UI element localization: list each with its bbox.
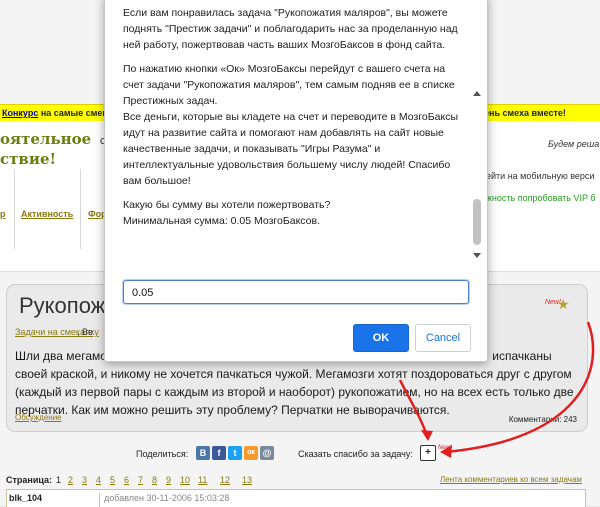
mobile-version-link[interactable]: рейти на мобильную верси — [481, 171, 594, 181]
header-tagline: Будем реша — [548, 139, 600, 149]
pagination-label: Страница: — [6, 475, 53, 485]
site-logo[interactable]: оятельное ствие! — [0, 129, 91, 169]
vk-icon[interactable]: В — [196, 446, 210, 460]
page-link[interactable]: 5 — [110, 475, 115, 485]
dialog-message: Если вам понравилась задача "Рукопожатия… — [123, 5, 461, 263]
page-current: 1 — [56, 475, 62, 485]
discussion-link[interactable]: Обсуждение — [15, 413, 62, 422]
page-link[interactable]: 12 — [220, 475, 230, 485]
page-link[interactable]: 13 — [242, 475, 252, 485]
odnoklassniki-icon[interactable]: ок — [244, 446, 258, 460]
task-title: Рукопожа — [19, 293, 118, 318]
task-text-line-2: своей краской, и никому не хочется пачка… — [15, 367, 572, 381]
comment-author[interactable]: blk_104 — [9, 493, 42, 503]
nav-item-activity[interactable]: Активность — [21, 209, 73, 219]
comment-date: добавлен 30-11-2006 15:03:28 — [99, 493, 229, 507]
dialog-paragraph-1: Если вам понравилась задача "Рукопожатия… — [123, 7, 458, 51]
logo-line-2: ствие! — [0, 150, 57, 168]
comment-row: blk_104 добавлен 30-11-2006 15:03:28 — [6, 489, 586, 507]
scroll-up-arrow-icon[interactable] — [473, 91, 481, 96]
dialog-paragraph-3: Все деньги, которые вы кладете на счет и… — [123, 111, 459, 187]
dialog-scrollbar[interactable] — [471, 91, 483, 259]
thanks-new-badge: New! — [438, 445, 452, 451]
ok-button[interactable]: OK — [353, 324, 409, 352]
page-link[interactable]: 6 — [124, 475, 129, 485]
page-link[interactable]: 4 — [96, 475, 101, 485]
nav-item-first[interactable]: р — [0, 209, 6, 219]
page-link[interactable]: 11 — [198, 475, 207, 485]
comments-count: Комментарии: 243 — [508, 415, 577, 424]
dialog-minimum: Минимальная сумма: 0.05 МозгоБаксов. — [123, 215, 321, 227]
vip-offer-link[interactable]: ожность попробовать VIP б — [481, 193, 595, 203]
scrollbar-thumb[interactable] — [473, 199, 481, 245]
comments-feed-link[interactable]: Лента комментариев ко всем задачам — [440, 475, 582, 484]
cancel-button[interactable]: Cancel — [415, 324, 471, 352]
twitter-icon[interactable]: t — [228, 446, 242, 460]
page-link[interactable]: 3 — [82, 475, 87, 485]
promo-right-text: ень смеха вместе! — [484, 108, 566, 118]
thanks-label: Сказать спасибо за задачу: — [298, 449, 413, 459]
page-link[interactable]: 8 — [152, 475, 157, 485]
page-link[interactable]: 10 — [180, 475, 190, 485]
nav-divider — [14, 169, 15, 249]
star-icon[interactable]: ★ — [557, 296, 570, 313]
nav-divider — [80, 169, 81, 249]
logo-line-1: оятельное — [0, 130, 92, 148]
page-link[interactable]: 9 — [166, 475, 171, 485]
task-text-line-4: перчатки. Как им можно решить эту пробле… — [15, 403, 450, 417]
dialog-paragraph-2: По нажатию кнопки «Ок» МозгоБаксы перейд… — [123, 63, 455, 107]
dialog-question: Какую бы сумму вы хотели пожертвовать? — [123, 199, 331, 211]
task-text-line-3: (каждый из первой пары с каждым из второ… — [15, 385, 574, 399]
contest-link[interactable]: Конкурс — [2, 108, 38, 118]
facebook-icon[interactable]: f — [212, 446, 226, 460]
page-link[interactable]: 2 — [68, 475, 73, 485]
share-label: Поделиться: — [136, 449, 189, 459]
category-extra: , Ве — [77, 327, 94, 337]
thanks-plus-button[interactable]: + — [420, 445, 436, 461]
donation-dialog: Если вам понравилась задача "Рукопожатия… — [104, 0, 488, 362]
donation-amount-input[interactable]: 0.05 — [123, 280, 469, 304]
scroll-down-arrow-icon[interactable] — [473, 253, 481, 258]
page-link[interactable]: 7 — [138, 475, 143, 485]
page: Конкурс на самые смешные ень смеха вмест… — [0, 0, 600, 507]
mailru-icon[interactable]: @ — [260, 446, 274, 460]
